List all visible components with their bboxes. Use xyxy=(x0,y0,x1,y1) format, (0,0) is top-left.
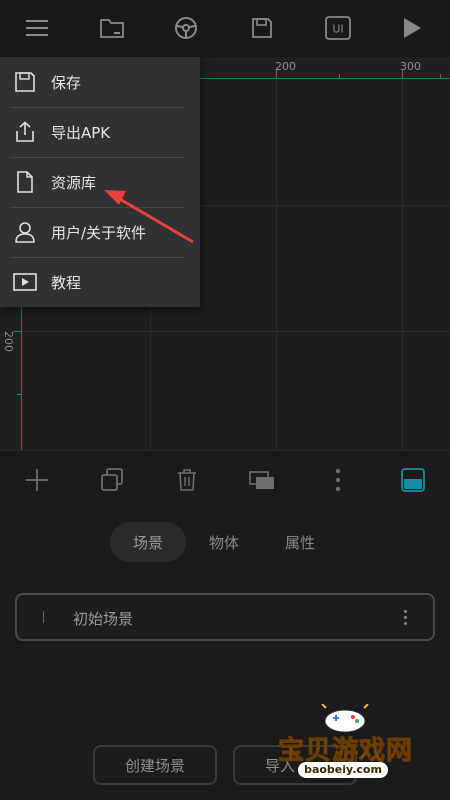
menu-item-label: 教程 xyxy=(51,274,82,292)
duplicate-icon[interactable] xyxy=(92,461,132,499)
menu-icon[interactable] xyxy=(16,8,60,48)
tab-properties[interactable]: 属性 xyxy=(262,522,338,562)
ui-icon[interactable]: UI xyxy=(316,8,360,48)
user-icon xyxy=(12,219,38,245)
object-toolbar xyxy=(0,450,450,508)
add-icon[interactable] xyxy=(17,461,57,499)
grid-line xyxy=(402,79,403,450)
main-menu: 保存 导出APK 资源库 用户/关于软件 教程 xyxy=(0,57,200,307)
folder-icon[interactable] xyxy=(90,8,134,48)
menu-item-label: 导出APK xyxy=(51,124,111,142)
menu-item-tutorial[interactable]: 教程 xyxy=(0,257,200,307)
ruler-label: 300 xyxy=(400,60,421,73)
menu-item-asset-library[interactable]: 资源库 xyxy=(0,157,200,207)
create-scene-button[interactable]: 创建场景 xyxy=(93,745,217,785)
menu-item-save[interactable]: 保存 xyxy=(0,57,200,107)
layers-icon[interactable] xyxy=(242,461,282,499)
tab-scene[interactable]: 场景 xyxy=(110,522,186,562)
top-toolbar: UI xyxy=(0,0,450,57)
menu-item-label: 保存 xyxy=(51,74,82,92)
menu-item-label: 用户/关于软件 xyxy=(51,224,147,242)
trash-icon[interactable] xyxy=(167,461,207,499)
scene-name: 初始场景 xyxy=(73,610,134,628)
menu-item-label: 资源库 xyxy=(51,174,97,192)
save-icon xyxy=(12,69,38,95)
drag-handle-icon[interactable] xyxy=(43,611,44,623)
grid-line xyxy=(276,79,277,450)
play-icon[interactable] xyxy=(390,8,434,48)
scene-list-item[interactable]: 初始场景 xyxy=(15,593,435,641)
steering-wheel-icon[interactable] xyxy=(164,8,208,48)
file-icon xyxy=(12,169,38,195)
tab-object[interactable]: 物体 xyxy=(186,522,262,562)
watermark-url: baobeiy.com xyxy=(298,762,388,778)
ruler-label: 200 xyxy=(2,331,15,352)
more-vertical-icon[interactable] xyxy=(391,603,419,631)
menu-item-export-apk[interactable]: 导出APK xyxy=(0,107,200,157)
video-icon xyxy=(12,269,38,295)
ui-icon-label: UI xyxy=(332,23,343,36)
ruler-label: 200 xyxy=(275,60,296,73)
panel-toggle-icon[interactable] xyxy=(393,461,433,499)
share-icon xyxy=(12,119,38,145)
menu-item-user-about[interactable]: 用户/关于软件 xyxy=(0,207,200,257)
grid-line xyxy=(22,331,450,332)
more-vertical-icon[interactable] xyxy=(318,461,358,499)
panel-tabs: 场景 物体 属性 xyxy=(110,522,338,566)
save-icon[interactable] xyxy=(240,8,284,48)
watermark: 宝贝游戏网 baobeiy.com xyxy=(270,700,450,800)
